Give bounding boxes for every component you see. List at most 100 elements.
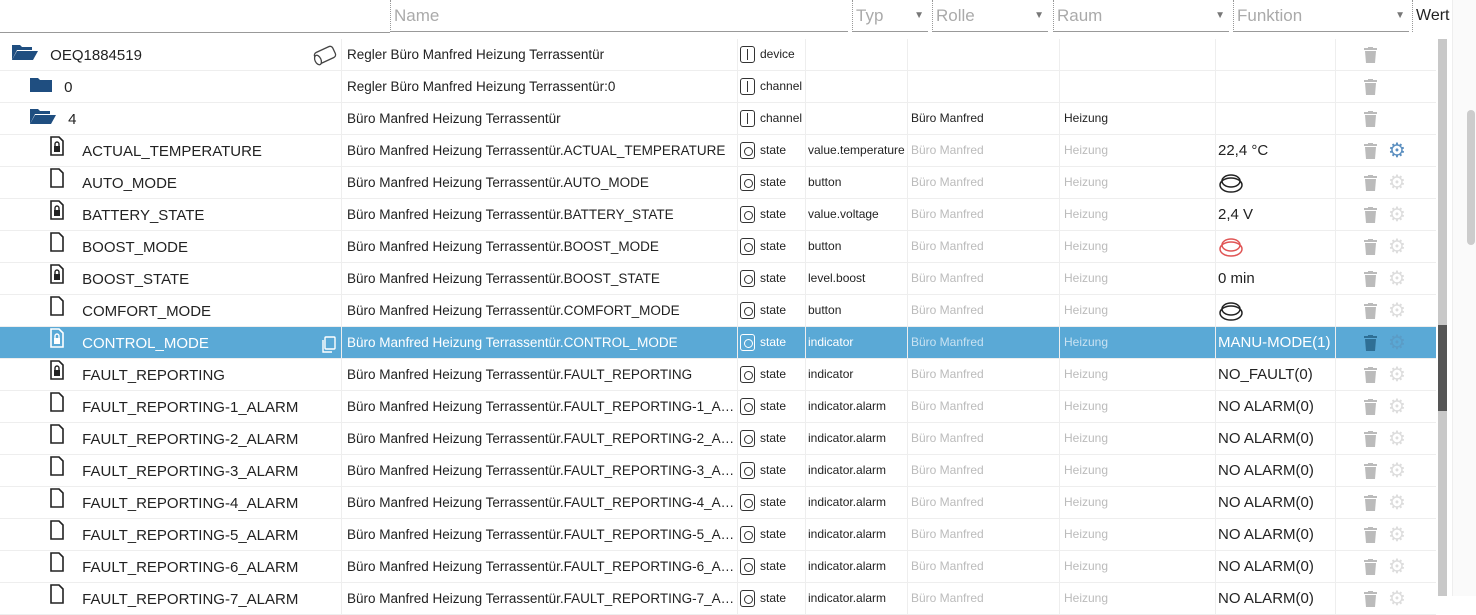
- table-row[interactable]: FAULT_REPORTING Büro Manfred Heizung Ter…: [0, 359, 1436, 391]
- id-cell[interactable]: AUTO_MODE: [0, 167, 342, 199]
- gear-icon[interactable]: ⚙: [1388, 493, 1406, 513]
- function-cell[interactable]: [1060, 71, 1216, 103]
- trash-icon[interactable]: [1364, 143, 1377, 159]
- id-cell[interactable]: BOOST_STATE: [0, 263, 342, 295]
- role-filter-select[interactable]: Rolle ▼: [932, 0, 1048, 32]
- room-cell[interactable]: Büro Manfred: [908, 423, 1060, 455]
- trash-icon[interactable]: [1364, 47, 1377, 63]
- value-cell[interactable]: NO ALARM(0): [1216, 519, 1336, 551]
- table-row[interactable]: FAULT_REPORTING-4_ALARM Büro Manfred Hei…: [0, 487, 1436, 519]
- role-cell[interactable]: [806, 71, 908, 103]
- id-cell[interactable]: FAULT_REPORTING-4_ALARM: [0, 487, 342, 519]
- room-cell[interactable]: Büro Manfred: [908, 263, 1060, 295]
- trash-icon[interactable]: [1364, 111, 1377, 127]
- table-row[interactable]: FAULT_REPORTING-3_ALARM Büro Manfred Hei…: [0, 455, 1436, 487]
- function-cell[interactable]: Heizung: [1060, 295, 1216, 327]
- room-cell[interactable]: Büro Manfred: [908, 359, 1060, 391]
- name-cell[interactable]: Büro Manfred Heizung Terrassentür.FAULT_…: [342, 423, 738, 455]
- id-cell[interactable]: 0: [0, 71, 342, 103]
- function-cell[interactable]: Heizung: [1060, 455, 1216, 487]
- role-cell[interactable]: indicator: [806, 327, 908, 359]
- function-cell[interactable]: Heizung: [1060, 135, 1216, 167]
- value-cell[interactable]: NO ALARM(0): [1216, 455, 1336, 487]
- id-cell[interactable]: COMFORT_MODE: [0, 295, 342, 327]
- room-cell[interactable]: [908, 71, 1060, 103]
- value-cell[interactable]: NO ALARM(0): [1216, 583, 1336, 615]
- table-row[interactable]: FAULT_REPORTING-6_ALARM Büro Manfred Hei…: [0, 551, 1436, 583]
- name-cell[interactable]: Büro Manfred Heizung Terrassentür.FAULT_…: [342, 487, 738, 519]
- function-cell[interactable]: [1060, 39, 1216, 71]
- role-cell[interactable]: indicator.alarm: [806, 583, 908, 615]
- scrollbar-track[interactable]: [1438, 39, 1447, 596]
- trash-icon[interactable]: [1364, 207, 1377, 223]
- name-cell[interactable]: Büro Manfred Heizung Terrassentür.ACTUAL…: [342, 135, 738, 167]
- room-cell[interactable]: Büro Manfred: [908, 103, 1060, 135]
- table-row[interactable]: COMFORT_MODE Büro Manfred Heizung Terras…: [0, 295, 1436, 327]
- copy-icon[interactable]: [320, 334, 336, 359]
- gear-icon[interactable]: ⚙: [1388, 557, 1406, 577]
- role-cell[interactable]: indicator.alarm: [806, 551, 908, 583]
- id-cell[interactable]: FAULT_REPORTING-5_ALARM: [0, 519, 342, 551]
- room-cell[interactable]: Büro Manfred: [908, 455, 1060, 487]
- value-cell[interactable]: 2,4 V: [1216, 199, 1336, 231]
- room-cell[interactable]: Büro Manfred: [908, 167, 1060, 199]
- role-cell[interactable]: button: [806, 231, 908, 263]
- trash-icon[interactable]: [1364, 79, 1377, 95]
- name-cell[interactable]: Regler Büro Manfred Heizung Terrassentür…: [342, 71, 738, 103]
- name-cell[interactable]: Büro Manfred Heizung Terrassentür.BATTER…: [342, 199, 738, 231]
- id-cell[interactable]: FAULT_REPORTING: [0, 359, 342, 391]
- table-row[interactable]: OEQ1884519 Regler Büro Manfred Heizung T…: [0, 39, 1436, 71]
- button-value-icon[interactable]: [1218, 172, 1244, 194]
- name-cell[interactable]: Regler Büro Manfred Heizung Terrassentür: [342, 39, 738, 71]
- gear-icon[interactable]: ⚙: [1388, 333, 1406, 353]
- table-row[interactable]: AUTO_MODE Büro Manfred Heizung Terrassen…: [0, 167, 1436, 199]
- id-cell[interactable]: FAULT_REPORTING-6_ALARM: [0, 551, 342, 583]
- room-cell[interactable]: Büro Manfred: [908, 295, 1060, 327]
- value-cell[interactable]: NO ALARM(0): [1216, 391, 1336, 423]
- role-cell[interactable]: button: [806, 295, 908, 327]
- trash-icon[interactable]: [1364, 495, 1377, 511]
- name-cell[interactable]: Büro Manfred Heizung Terrassentür.FAULT_…: [342, 391, 738, 423]
- table-row[interactable]: BATTERY_STATE Büro Manfred Heizung Terra…: [0, 199, 1436, 231]
- function-cell[interactable]: Heizung: [1060, 103, 1216, 135]
- table-row[interactable]: FAULT_REPORTING-7_ALARM Büro Manfred Hei…: [0, 583, 1436, 615]
- function-cell[interactable]: Heizung: [1060, 263, 1216, 295]
- function-cell[interactable]: Heizung: [1060, 487, 1216, 519]
- table-row[interactable]: BOOST_STATE Büro Manfred Heizung Terrass…: [0, 263, 1436, 295]
- button-value-icon[interactable]: [1218, 236, 1244, 258]
- room-cell[interactable]: Büro Manfred: [908, 391, 1060, 423]
- function-cell[interactable]: Heizung: [1060, 231, 1216, 263]
- id-cell[interactable]: OEQ1884519: [0, 39, 342, 71]
- id-cell[interactable]: 4: [0, 103, 342, 135]
- gear-icon[interactable]: ⚙: [1388, 205, 1406, 225]
- role-cell[interactable]: value.temperature: [806, 135, 908, 167]
- function-cell[interactable]: Heizung: [1060, 519, 1216, 551]
- id-cell[interactable]: CONTROL_MODE: [0, 327, 342, 359]
- gear-icon[interactable]: ⚙: [1388, 461, 1406, 481]
- name-cell[interactable]: Büro Manfred Heizung Terrassentür.CONTRO…: [342, 327, 738, 359]
- value-cell[interactable]: 0 min: [1216, 263, 1336, 295]
- table-row[interactable]: 0 Regler Büro Manfred Heizung Terrassent…: [0, 71, 1436, 103]
- scrollbar-thumb[interactable]: [1438, 325, 1447, 411]
- room-cell[interactable]: [908, 39, 1060, 71]
- value-cell[interactable]: NO ALARM(0): [1216, 487, 1336, 519]
- value-cell[interactable]: NO ALARM(0): [1216, 551, 1336, 583]
- room-cell[interactable]: Büro Manfred: [908, 327, 1060, 359]
- gear-icon[interactable]: ⚙: [1388, 589, 1406, 609]
- function-cell[interactable]: Heizung: [1060, 391, 1216, 423]
- room-filter-select[interactable]: Raum ▼: [1053, 0, 1229, 32]
- role-cell[interactable]: [806, 39, 908, 71]
- name-cell[interactable]: Büro Manfred Heizung Terrassentür.BOOST_…: [342, 263, 738, 295]
- folder-open-icon[interactable]: [12, 40, 38, 71]
- room-cell[interactable]: Büro Manfred: [908, 231, 1060, 263]
- table-row[interactable]: ACTUAL_TEMPERATURE Büro Manfred Heizung …: [0, 135, 1436, 167]
- id-cell[interactable]: BOOST_MODE: [0, 231, 342, 263]
- function-filter-select[interactable]: Funktion ▼: [1233, 0, 1409, 32]
- room-cell[interactable]: Büro Manfred: [908, 519, 1060, 551]
- table-row[interactable]: CONTROL_MODE Büro Manfred Heizung Terras…: [0, 327, 1436, 359]
- gear-icon[interactable]: ⚙: [1388, 301, 1406, 321]
- value-cell[interactable]: MANU-MODE(1): [1216, 327, 1336, 359]
- name-cell[interactable]: Büro Manfred Heizung Terrassentür.BOOST_…: [342, 231, 738, 263]
- name-cell[interactable]: Büro Manfred Heizung Terrassentür.FAULT_…: [342, 455, 738, 487]
- gear-icon[interactable]: ⚙: [1388, 269, 1406, 289]
